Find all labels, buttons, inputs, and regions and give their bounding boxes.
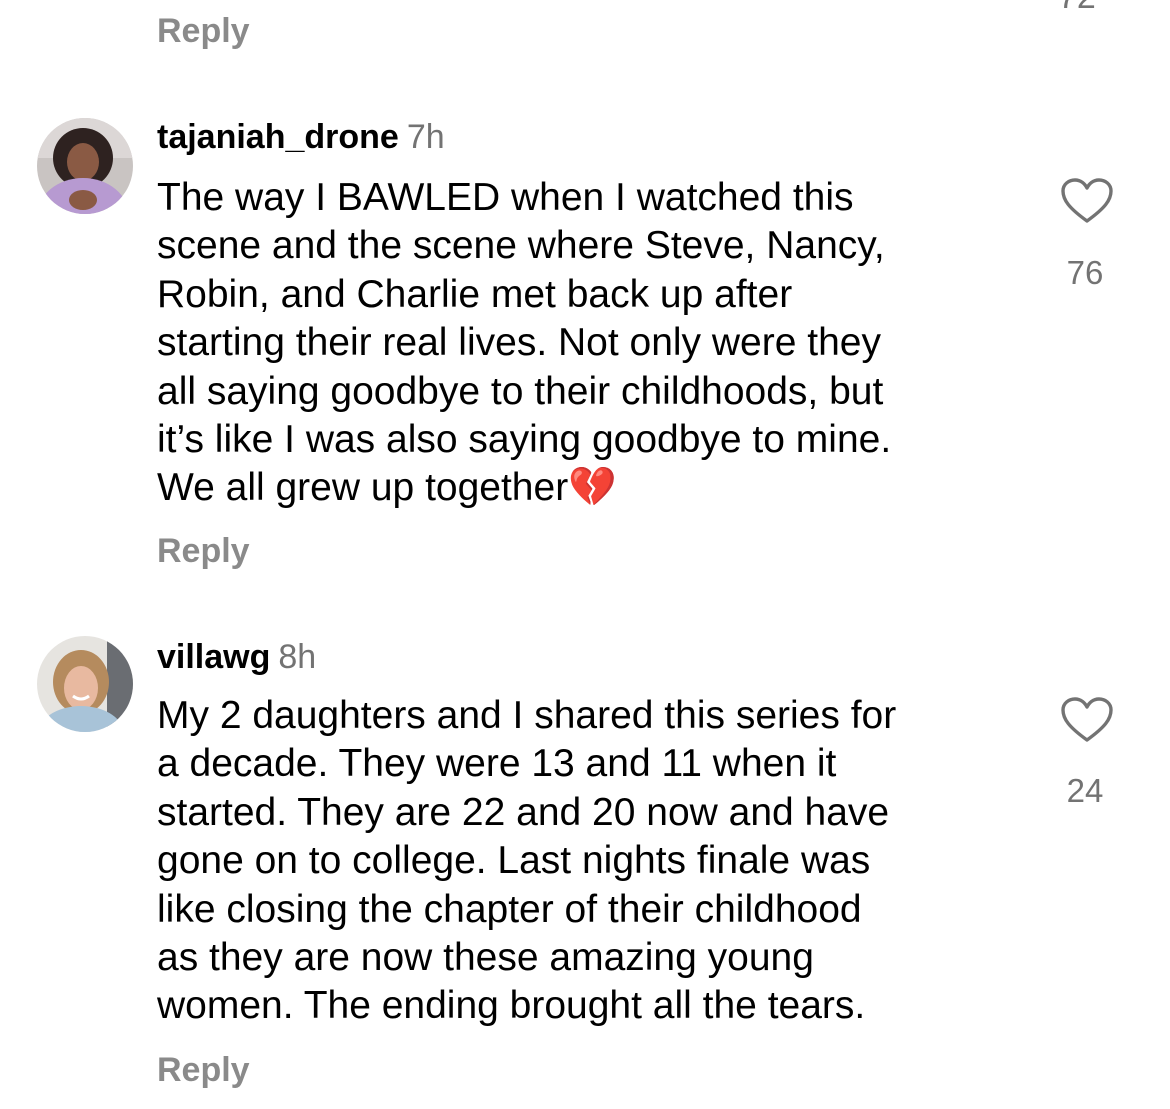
username-link[interactable]: villawg [157,638,270,676]
comment-text-line: like closing the chapter of their childh… [157,887,862,931]
comment-text-line: all saying goodbye to their childhoods, … [157,369,884,413]
heart-icon[interactable] [1061,178,1113,224]
comment-text: The way I BAWLED when I watched this sce… [157,174,997,513]
avatar[interactable] [37,118,133,214]
comment-text-line: We all grew up together💔 [157,466,617,510]
comment-text-line: Robin, and Charlie met back up after [157,272,793,316]
reply-button[interactable]: Reply [157,12,250,51]
comment-text-line: starting their real lives. Not only were… [157,321,881,365]
comment-text-line: gone on to college. Last nights finale w… [157,839,871,883]
avatar[interactable] [37,636,133,732]
like-count: 76 [1066,254,1104,291]
reply-button[interactable]: Reply [157,532,250,571]
comment-text-line: women. The ending brought all the tears. [157,984,866,1028]
comment-text-line: The way I BAWLED when I watched this [157,176,854,219]
comment-text-line: started. They are 22 and 20 now and have [157,790,890,834]
comment-header: tajaniah_drone 7h [157,118,445,157]
comment-header: villawg 8h [157,638,316,677]
comment-text-line: as they are now these amazing young [157,936,814,980]
comment-text-line: it’s like I was also saying goodbye to m… [157,418,892,462]
reply-button[interactable]: Reply [157,1051,250,1090]
like-count: 24 [1066,772,1104,809]
comment-time: 8h [278,638,317,676]
comment-text: My 2 daughters and I shared this series … [157,692,997,1031]
like-count: 72 [1058,0,1096,17]
username-link[interactable]: tajaniah_drone [157,118,399,156]
comment-text-line: scene and the scene where Steve, Nancy, [157,224,885,268]
comment-text-line: a decade. They were 13 and 11 when it [157,742,837,786]
comment-time: 7h [406,118,445,156]
comment-text-line: My 2 daughters and I shared this series … [157,694,897,737]
heart-icon[interactable] [1061,697,1113,743]
